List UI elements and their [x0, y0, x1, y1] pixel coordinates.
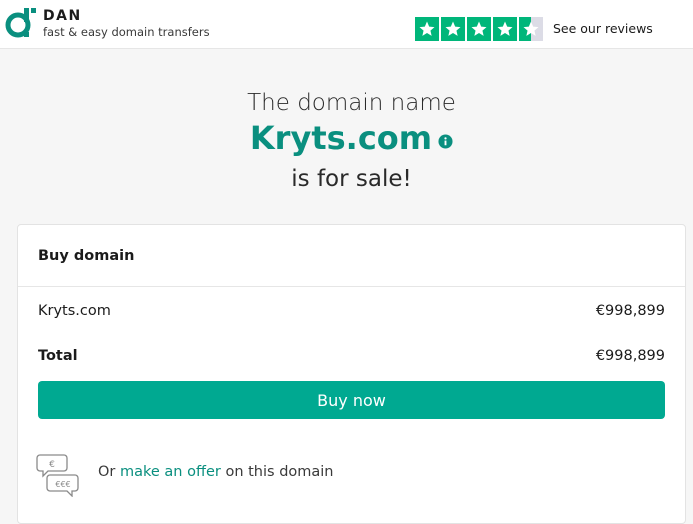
offer-icon-label: €€€ — [55, 480, 70, 489]
total-row-label: Total — [38, 348, 78, 364]
offer-prefix: Or — [98, 464, 116, 480]
card-title: Buy domain — [38, 248, 135, 264]
buy-now-button[interactable]: Buy now — [38, 381, 665, 419]
star-icon — [467, 17, 491, 41]
total-row-price: €998,899 — [595, 348, 665, 364]
dan-logo-icon[interactable] — [4, 5, 40, 41]
domain-row-label: Kryts.com — [38, 303, 111, 319]
brand-tagline: fast & easy domain transfers — [43, 25, 210, 39]
hero-domain-name: Kryts.com — [249, 119, 433, 157]
info-icon[interactable] — [438, 133, 453, 149]
hero-heading-prefix: The domain name — [247, 90, 456, 116]
brand-name: DAN — [43, 8, 82, 24]
offer-chat-icon: € €€€ — [36, 454, 79, 497]
hero-domain-row: Kryts.com — [0, 119, 693, 157]
star-icon — [441, 17, 465, 41]
offer-text: Or make an offer on this domain — [98, 464, 334, 480]
hero-heading-suffix: is for sale! — [291, 166, 412, 192]
see-reviews-link[interactable]: See our reviews — [553, 21, 653, 36]
star-icon — [493, 17, 517, 41]
site-header: DAN fast & easy domain transfers See our… — [0, 0, 693, 49]
trustpilot-rating[interactable] — [415, 17, 543, 41]
offer-suffix: on this domain — [225, 464, 334, 480]
buy-domain-card: Buy domain Kryts.com €998,899 Total €998… — [17, 224, 686, 524]
star-icon — [415, 17, 439, 41]
card-divider — [18, 286, 685, 287]
half-star-icon — [519, 17, 543, 41]
make-offer-link[interactable]: make an offer — [120, 464, 221, 480]
offer-icon-label: € — [49, 460, 55, 470]
domain-row-price: €998,899 — [595, 303, 665, 319]
